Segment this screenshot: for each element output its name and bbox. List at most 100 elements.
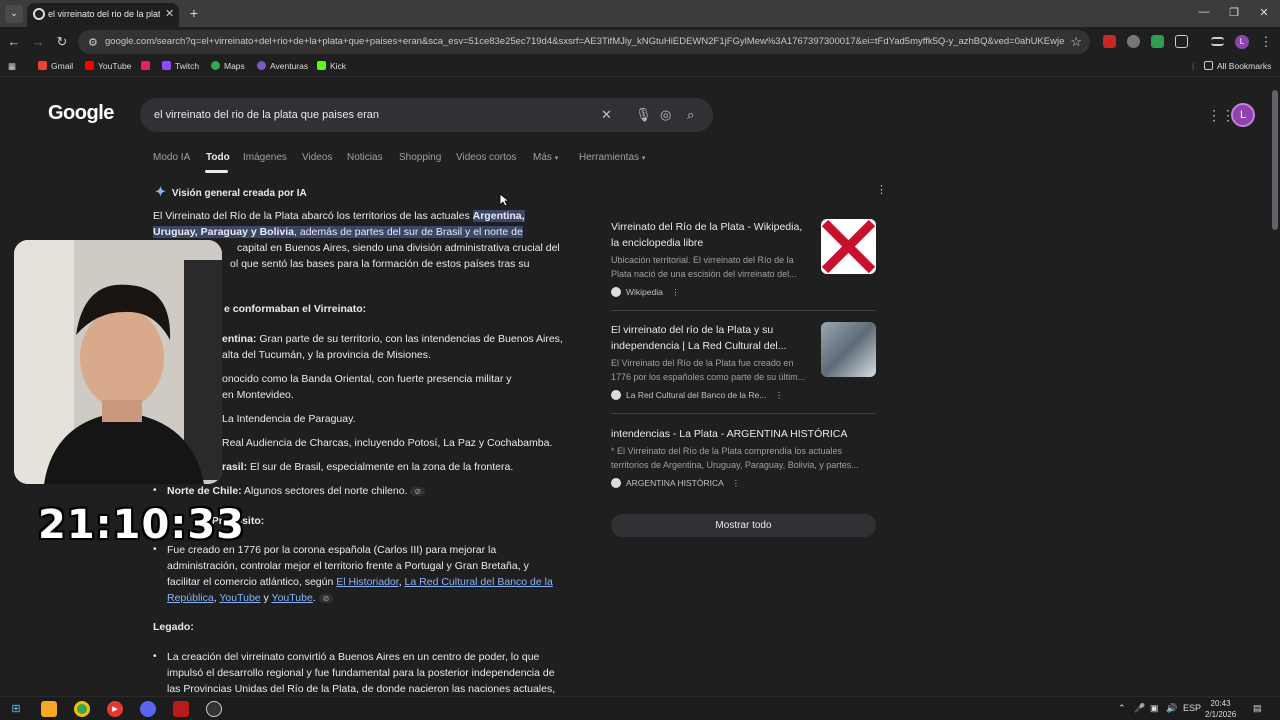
bookmark-twitch[interactable]: Twitch: [162, 61, 199, 71]
new-tab-button[interactable]: +: [186, 5, 202, 21]
media-controls-icon[interactable]: [1211, 37, 1224, 46]
bookmark-star-icon[interactable]: ☆: [1070, 34, 1082, 50]
divider: [611, 413, 876, 414]
source-desc: * El Virreinato del Río de la Plata comp…: [611, 446, 842, 456]
forward-icon[interactable]: →: [30, 34, 46, 49]
search-icon[interactable]: ⌕: [687, 107, 694, 123]
media-player-icon[interactable]: ▸: [107, 701, 123, 717]
menu-dots-icon[interactable]: ⋮: [1258, 34, 1274, 50]
tab-videos[interactable]: Videos: [302, 152, 332, 163]
bookmark-maps[interactable]: Maps: [211, 61, 245, 71]
bookmark-kick[interactable]: Kick: [317, 61, 346, 71]
extension-icon[interactable]: [1127, 35, 1140, 48]
address-bar[interactable]: ⚙ google.com/search?q=el+virreinato+del+…: [78, 30, 1090, 54]
discord-icon[interactable]: [140, 701, 156, 717]
extension-icon[interactable]: [1103, 35, 1116, 48]
url-text[interactable]: google.com/search?q=el+virreinato+del+ri…: [105, 36, 1065, 47]
reload-icon[interactable]: ↻: [54, 34, 70, 50]
page-scrollbar[interactable]: [1270, 78, 1280, 696]
tab-herramientas[interactable]: Herramientas ▾: [579, 152, 645, 163]
list-item-chile: Norte de Chile: Algunos sectores del nor…: [167, 483, 426, 500]
tray-arrow-icon[interactable]: ⌃: [1118, 703, 1126, 714]
tab-imagenes[interactable]: Imágenes: [243, 152, 287, 163]
bookmark-gmail[interactable]: Gmail: [38, 61, 73, 71]
section-heading: e conformaban el Virreinato:: [224, 303, 367, 315]
site-icon: [611, 390, 621, 400]
input-language[interactable]: ESP: [1183, 703, 1201, 713]
link-icon[interactable]: ⊘: [318, 594, 334, 603]
list-item-argentina: entina: Gran parte de su territorio, con…: [222, 333, 563, 345]
tab-strip: ⌄ el virreinato del rio de la plata q ✕ …: [0, 0, 1280, 27]
bookmarks-divider: |: [1192, 61, 1195, 71]
more-options-icon[interactable]: ⋮: [732, 478, 741, 488]
extension-icon[interactable]: [1151, 35, 1164, 48]
all-bookmarks[interactable]: All Bookmarks: [1204, 61, 1271, 71]
profile-avatar[interactable]: L: [1235, 35, 1249, 49]
ai-paragraph-line: La creación del virreinato convirtió a B…: [167, 651, 540, 663]
bookmark-aventuras[interactable]: Aventuras: [257, 61, 308, 71]
link-youtube[interactable]: YouTube: [272, 592, 313, 604]
chrome-icon[interactable]: [74, 701, 90, 717]
more-options-icon[interactable]: ⋮: [876, 183, 887, 196]
search-box[interactable]: el virreinato del rio de la plata que pa…: [140, 98, 713, 132]
more-options-icon[interactable]: ⋮: [671, 287, 680, 297]
apps-grid-icon[interactable]: ▦: [8, 61, 16, 72]
source-card[interactable]: intendencias - La Plata - ARGENTINA HIST…: [611, 426, 879, 489]
mic-tray-icon[interactable]: 🎤: [1134, 703, 1145, 714]
twitch-icon: [162, 61, 171, 70]
tab-todo[interactable]: Todo: [206, 152, 230, 163]
ai-paragraph-line: ol que sentó las bases para la formación…: [230, 258, 530, 270]
account-avatar[interactable]: L: [1231, 103, 1255, 127]
minimize-icon[interactable]: —: [1194, 6, 1214, 18]
chevron-down-icon: ▾: [641, 155, 646, 162]
bookmark-extra[interactable]: [141, 61, 154, 71]
search-input[interactable]: el virreinato del rio de la plata que pa…: [154, 109, 379, 121]
link-republica[interactable]: República: [167, 592, 214, 604]
tab-noticias[interactable]: Noticias: [347, 152, 383, 163]
voice-app-icon[interactable]: [173, 701, 189, 717]
volume-icon[interactable]: 🔊: [1166, 703, 1177, 714]
tab-modo-ia[interactable]: Modo IA: [153, 152, 190, 163]
tab-videos-cortos[interactable]: Videos cortos: [456, 152, 516, 163]
source-thumbnail[interactable]: [821, 219, 876, 274]
system-clock[interactable]: 20:43 2/1/2026: [1205, 698, 1236, 720]
source-thumbnail[interactable]: [821, 322, 876, 377]
tab-close-icon[interactable]: ✕: [165, 7, 174, 20]
link-icon[interactable]: ⊘: [410, 487, 426, 496]
extensions-puzzle-icon[interactable]: [1175, 35, 1188, 48]
list-item-continuation: alta del Tucumán, y la provincia de Misi…: [222, 349, 431, 361]
tab-search-button[interactable]: ⌄: [5, 5, 23, 23]
list-item-continuation: en Montevideo.: [222, 389, 294, 401]
link-youtube[interactable]: YouTube: [219, 592, 260, 604]
sparkle-icon: ✦: [155, 184, 166, 199]
microphone-icon[interactable]: 🎙: [635, 107, 652, 123]
close-window-icon[interactable]: ✕: [1254, 6, 1274, 19]
windows-start-icon[interactable]: ⊞: [8, 701, 24, 717]
source-title[interactable]: intendencias - La Plata - ARGENTINA HIST…: [611, 426, 879, 442]
more-options-icon[interactable]: ⋮: [775, 390, 784, 400]
file-explorer-icon[interactable]: [41, 701, 57, 717]
lens-camera-icon[interactable]: ◎: [660, 107, 671, 123]
google-logo[interactable]: Google: [48, 102, 114, 125]
notifications-icon[interactable]: ▤: [1253, 703, 1262, 714]
streamer-webcam-image: [14, 240, 222, 484]
tab-mas[interactable]: Más ▾: [533, 152, 558, 163]
ai-overview-header: ✦ Visión general creada por IA: [155, 184, 307, 199]
tab-shopping[interactable]: Shopping: [399, 152, 441, 163]
divider: [611, 310, 876, 311]
network-icon[interactable]: ▣: [1150, 703, 1159, 714]
windows-taskbar: ⊞ ▸ ⌃ 🎤 ▣ 🔊 ESP 20:43 2/1/2026 ▤: [0, 696, 1280, 720]
youtube-icon: [85, 61, 94, 70]
link-el-historiador[interactable]: El Historiador: [336, 576, 398, 588]
back-icon[interactable]: ←: [6, 34, 22, 49]
bookmark-youtube[interactable]: YouTube: [85, 61, 131, 71]
site-info-icon[interactable]: ⚙: [88, 36, 98, 49]
show-all-button[interactable]: Mostrar todo: [611, 514, 876, 537]
scroll-thumb[interactable]: [1272, 90, 1278, 230]
restore-icon[interactable]: ❐: [1224, 6, 1244, 19]
link-red-cultural[interactable]: La Red Cultural del Banco de la: [405, 576, 553, 588]
ai-paragraph-line: facilitar el comercio atlántico, según E…: [167, 576, 553, 588]
active-tab[interactable]: el virreinato del rio de la plata q ✕: [27, 3, 179, 27]
clear-icon[interactable]: ✕: [601, 107, 612, 123]
obs-icon[interactable]: [206, 701, 222, 717]
